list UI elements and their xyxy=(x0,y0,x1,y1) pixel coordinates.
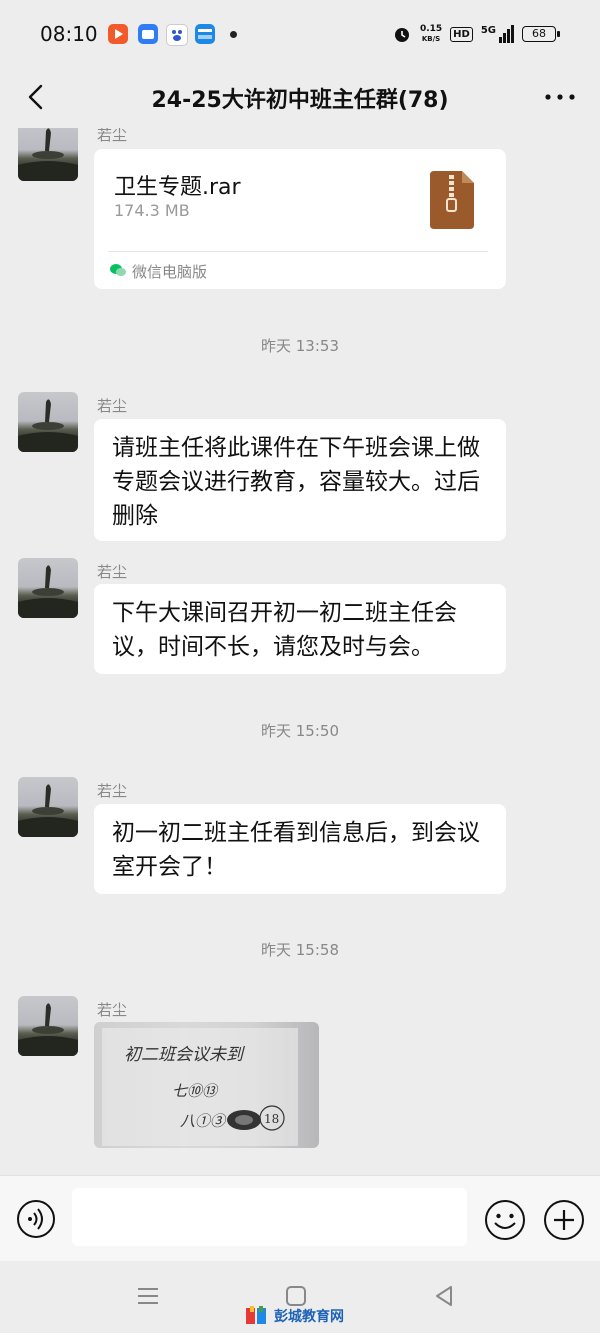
svg-text:初二班会议未到: 初二班会议未到 xyxy=(124,1045,246,1065)
zip-file-icon xyxy=(430,171,474,229)
photo-message[interactable]: 初二班会议未到 七⑩⑬ 八①③ 18 xyxy=(94,1022,319,1148)
timestamp: 昨天 13:53 xyxy=(261,337,339,355)
file-name: 卫生专题.rar xyxy=(114,175,241,200)
sender-avatar[interactable] xyxy=(18,996,78,1056)
sender-avatar[interactable] xyxy=(18,128,78,181)
battery-icon: 68 xyxy=(522,26,560,42)
net-speed: 0.15 KB/S xyxy=(419,24,443,43)
emoji-icon[interactable] xyxy=(484,1199,526,1241)
more-functions-plus-icon[interactable] xyxy=(543,1199,585,1241)
site-watermark: 彭城教育网 xyxy=(244,1305,344,1327)
sender-name: 若尘 xyxy=(97,782,128,800)
sender-name: 若尘 xyxy=(97,1001,128,1019)
file-size: 174.3 MB xyxy=(114,201,190,220)
files-app-icon xyxy=(138,24,158,44)
signal-icon: 5G xyxy=(481,25,514,43)
message-bubble[interactable]: 初一初二班主任看到信息后，到会议室开会了！ xyxy=(94,804,506,894)
notification-dot xyxy=(230,31,237,38)
svg-text:18: 18 xyxy=(264,1112,279,1126)
system-navigation-bar: 彭城教育网 xyxy=(0,1261,600,1333)
file-source: 微信电脑版 xyxy=(132,263,208,281)
baidu-app-icon xyxy=(166,24,188,46)
message-bubble[interactable]: 下午大课间召开初一初二班主任会议，时间不长，请您及时与会。 xyxy=(94,584,506,674)
chat-message-list[interactable]: 若尘 卫生专题.rar 174.3 MB 微信电脑版 昨天 13:53 若尘 请… xyxy=(0,128,600,1175)
sender-name: 若尘 xyxy=(97,397,128,415)
voice-input-icon[interactable] xyxy=(16,1199,56,1239)
sender-name: 若尘 xyxy=(97,128,128,144)
file-card-divider xyxy=(108,251,488,252)
status-bar: 08:10 0.15 KB/S HD 5G 68 xyxy=(0,0,600,68)
recent-apps-icon[interactable] xyxy=(135,1283,161,1309)
message-input[interactable] xyxy=(72,1188,467,1246)
chat-title: 24-25大许初中班主任群(78) xyxy=(151,88,449,113)
svg-text:八①③: 八①③ xyxy=(180,1112,227,1130)
more-options-icon[interactable] xyxy=(542,82,578,112)
wechat-pc-icon xyxy=(110,264,126,276)
status-time: 08:10 xyxy=(40,22,98,46)
chat-input-bar xyxy=(0,1175,600,1262)
chat-header: 24-25大许初中班主任群(78) xyxy=(0,68,600,128)
book-logo-icon xyxy=(246,1306,266,1324)
handwritten-note-image: 初二班会议未到 七⑩⑬ 八①③ 18 xyxy=(102,1028,298,1146)
status-right-group: 0.15 KB/S HD 5G 68 xyxy=(392,22,560,46)
svg-text:七⑩⑬: 七⑩⑬ xyxy=(172,1082,219,1100)
sender-avatar[interactable] xyxy=(18,777,78,837)
watermark-text: 彭城教育网 xyxy=(274,1309,344,1325)
message-bubble[interactable]: 请班主任将此课件在下午班会课上做专题会议进行教育，容量较大。过后删除 xyxy=(94,419,506,541)
sender-avatar[interactable] xyxy=(18,392,78,452)
sender-name: 若尘 xyxy=(97,563,128,581)
alarm-icon xyxy=(394,28,409,42)
file-card[interactable]: 卫生专题.rar 174.3 MB 微信电脑版 xyxy=(94,149,506,289)
sender-avatar[interactable] xyxy=(18,558,78,618)
back-nav-icon[interactable] xyxy=(431,1283,457,1309)
video-app-icon xyxy=(108,24,128,44)
timestamp: 昨天 15:58 xyxy=(261,941,339,959)
news-app-icon xyxy=(195,24,215,44)
hd-badge: HD xyxy=(450,26,473,42)
timestamp: 昨天 15:50 xyxy=(261,722,339,740)
